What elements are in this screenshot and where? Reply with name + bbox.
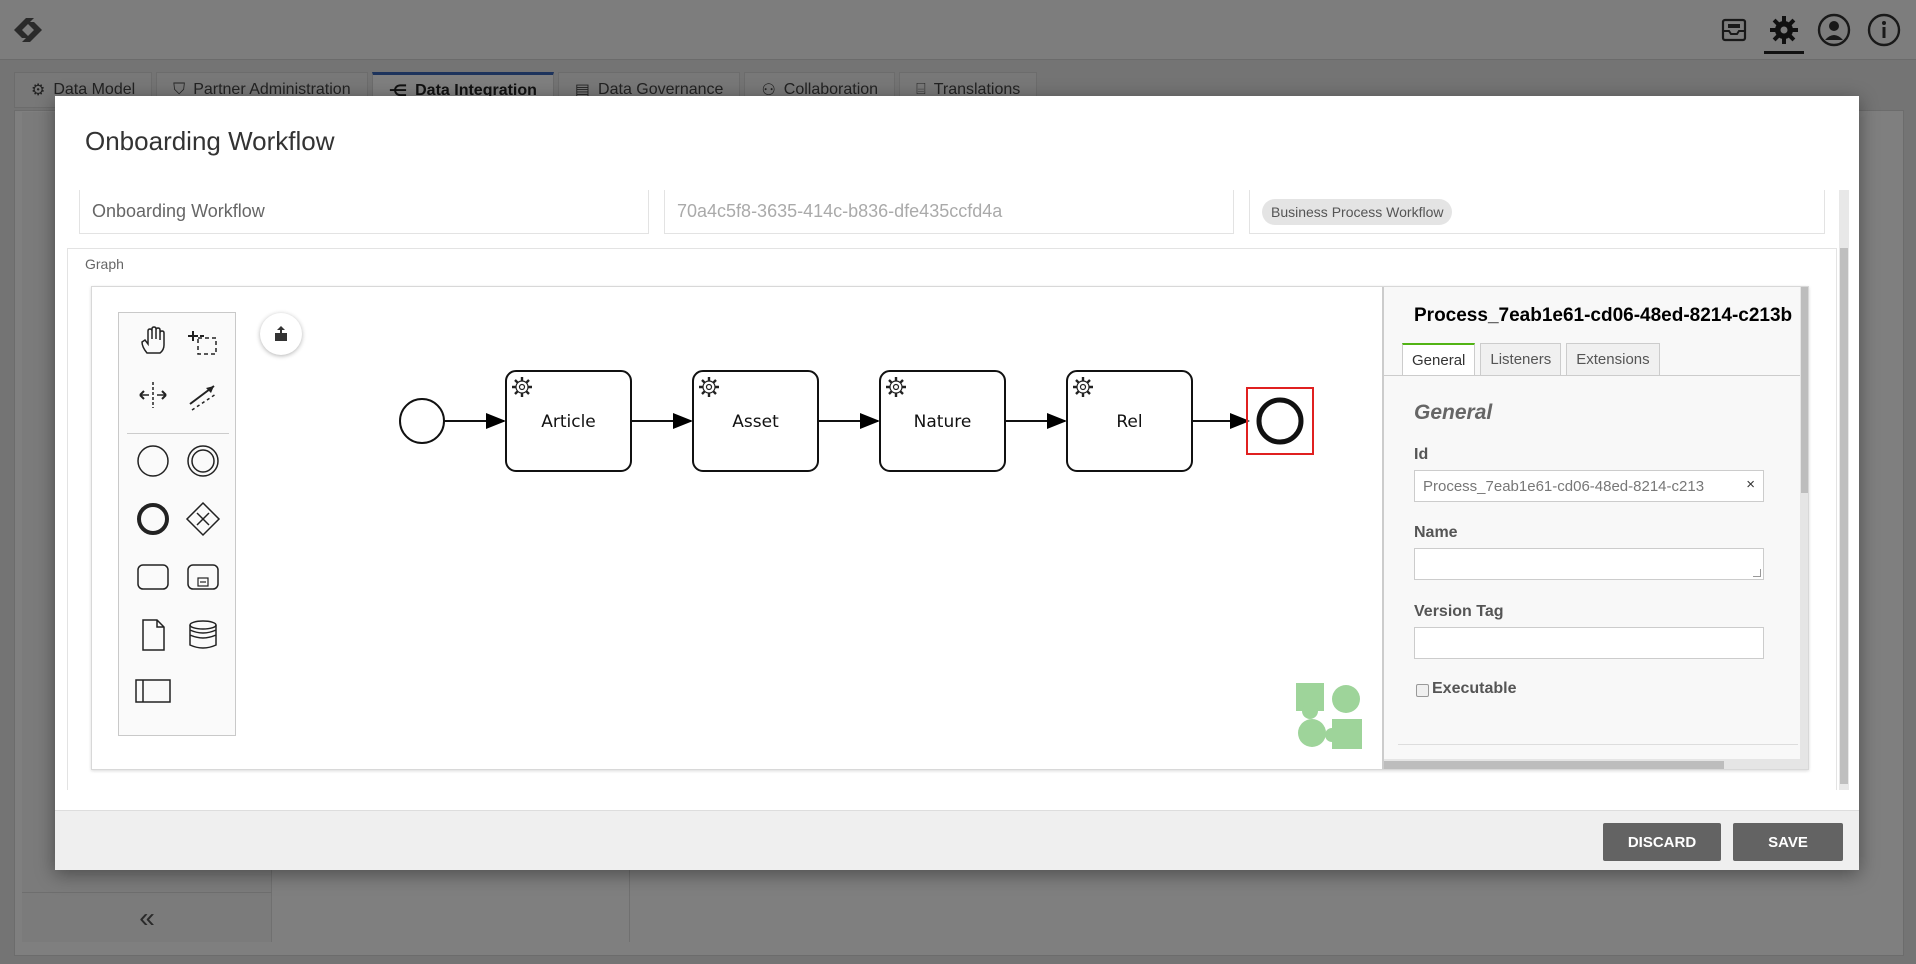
bpmn-diagram[interactable]: Article Asset Nature Rel [92, 287, 1382, 770]
task-label: Rel [1116, 412, 1142, 432]
properties-panel: Process_7eab1e61-cd06-48ed-8214-c213b Ge… [1382, 287, 1808, 769]
workflow-modal: Onboarding Workflow Onboarding Workflow … [55, 96, 1859, 870]
executable-label: Executable [1432, 680, 1517, 697]
id-input[interactable]: Process_7eab1e61-cd06-48ed-8214-c213 × [1414, 470, 1764, 502]
modal-footer: DISCARD SAVE [55, 810, 1859, 870]
bpmn-canvas[interactable]: Article Asset Nature Rel Process_7eab1e6… [91, 286, 1809, 770]
tab-listeners[interactable]: Listeners [1480, 343, 1562, 375]
modal-vertical-scrollbar[interactable] [1839, 190, 1849, 790]
task-label: Article [541, 412, 596, 432]
executable-checkbox[interactable] [1416, 684, 1429, 697]
modal-body: Onboarding Workflow 70a4c5f8-3635-414c-b… [67, 190, 1849, 790]
version-tag-input[interactable] [1414, 627, 1764, 659]
id-input-value: Process_7eab1e61-cd06-48ed-8214-c213 [1423, 477, 1705, 495]
task-label: Nature [914, 412, 972, 432]
discard-button[interactable]: DISCARD [1603, 823, 1721, 861]
workflow-type-chip: Business Process Workflow [1262, 198, 1453, 225]
tab-general[interactable]: General [1402, 343, 1476, 375]
workflow-type-field[interactable]: Business Process Workflow [1249, 190, 1825, 234]
general-section-title: General [1414, 401, 1493, 424]
task-label: Asset [732, 412, 779, 432]
bpmn-io-logo-icon[interactable] [1296, 683, 1362, 749]
properties-vertical-scrollbar[interactable] [1800, 287, 1808, 759]
clear-id-button[interactable]: × [1746, 476, 1755, 493]
tab-extensions[interactable]: Extensions [1566, 343, 1660, 375]
resize-handle[interactable] [1753, 569, 1761, 577]
version-tag-label: Version Tag [1414, 603, 1504, 620]
workflow-name-field[interactable]: Onboarding Workflow [79, 190, 649, 234]
id-label: Id [1414, 446, 1429, 463]
end-event[interactable] [1256, 397, 1304, 445]
properties-divider [1398, 744, 1798, 745]
workflow-id-field: 70a4c5f8-3635-414c-b836-dfe435ccfd4a [664, 190, 1234, 234]
save-button[interactable]: SAVE [1733, 823, 1843, 861]
start-event[interactable] [399, 398, 445, 444]
name-textarea[interactable] [1414, 548, 1764, 580]
process-title: Process_7eab1e61-cd06-48ed-8214-c213b [1414, 305, 1793, 326]
tabs-divider [1384, 375, 1808, 376]
properties-tabs: General Listeners Extensions [1402, 343, 1660, 375]
modal-title: Onboarding Workflow [85, 126, 335, 156]
graph-label: Graph [85, 256, 124, 272]
name-label: Name [1414, 524, 1458, 541]
properties-horizontal-scrollbar[interactable] [1384, 759, 1808, 769]
workflow-fields-row: Onboarding Workflow 70a4c5f8-3635-414c-b… [79, 190, 1825, 234]
